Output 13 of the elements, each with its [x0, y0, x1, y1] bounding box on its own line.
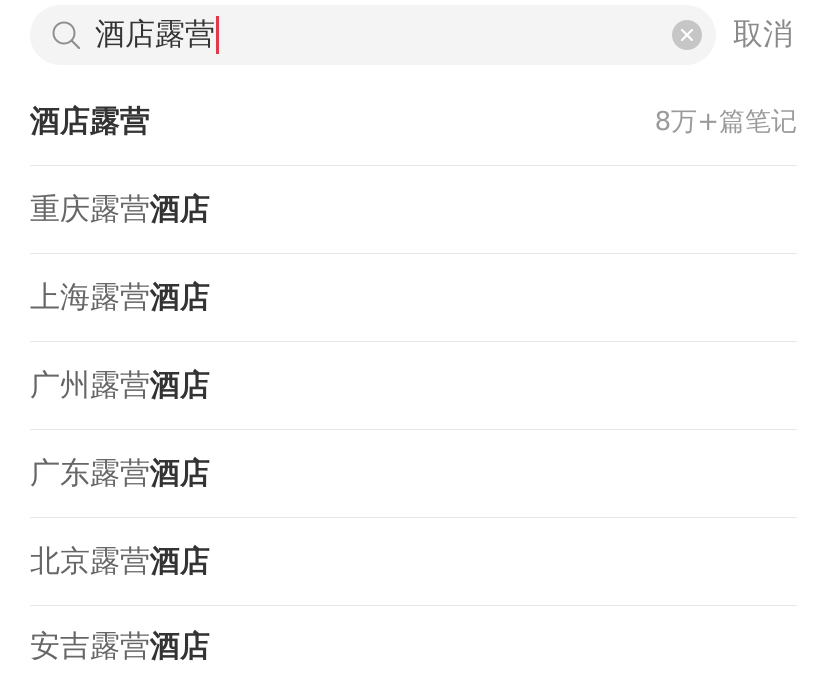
suggestion-item[interactable]: 上海露营酒店 — [30, 280, 210, 316]
search-icon — [52, 21, 80, 49]
suggestion-item[interactable]: 广州露营酒店 — [30, 368, 210, 404]
search-query: 酒店露营 — [95, 17, 215, 53]
search-field[interactable]: 酒店露营 — [30, 5, 716, 65]
suggestion-item[interactable]: 安吉露营酒店 — [30, 629, 210, 665]
suggestion-item[interactable]: 重庆露营酒店 — [30, 192, 210, 228]
note-count: 8万+篇笔记 — [654, 106, 797, 138]
clear-button[interactable] — [672, 20, 702, 50]
close-icon — [681, 29, 693, 41]
suggestion-item[interactable]: 北京露营酒店 — [30, 544, 210, 580]
suggestion-item[interactable]: 广东露营酒店 — [30, 456, 210, 492]
suggestion-item[interactable]: 酒店露营 — [30, 104, 150, 140]
